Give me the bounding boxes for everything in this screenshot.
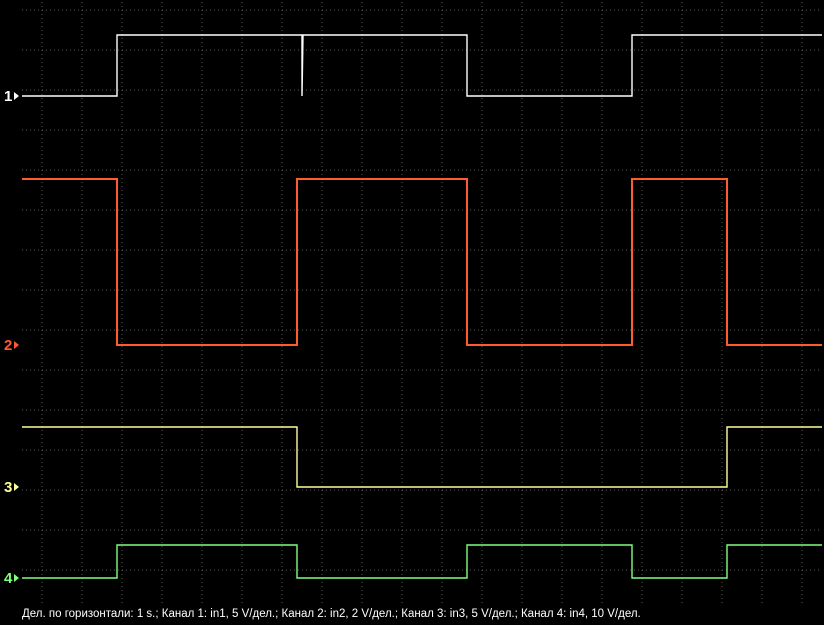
footer-caption: Дел. по горизонтали: 1 s.; Канал 1: in1,… <box>22 608 641 620</box>
channel-label-4: 4 <box>4 570 13 587</box>
channel-labels: 1 2 3 4 <box>4 88 19 587</box>
channel-label-1: 1 <box>4 88 12 105</box>
traces <box>22 34 822 579</box>
trace-channel-3 <box>22 426 822 488</box>
trace-channel-1 <box>22 34 822 97</box>
trace-channel-4 <box>22 544 822 579</box>
channel-marker-arrow-icon <box>14 92 19 100</box>
channel-label-2: 2 <box>4 337 12 354</box>
channel-marker-arrow-icon <box>14 483 19 491</box>
channel-marker-arrow-icon <box>14 574 19 582</box>
grid <box>22 2 822 604</box>
oscilloscope-plot: 1 2 3 4 <box>4 2 822 604</box>
trace-channel-2 <box>22 178 822 346</box>
channel-label-3: 3 <box>4 479 12 496</box>
channel-marker-arrow-icon <box>14 341 19 349</box>
